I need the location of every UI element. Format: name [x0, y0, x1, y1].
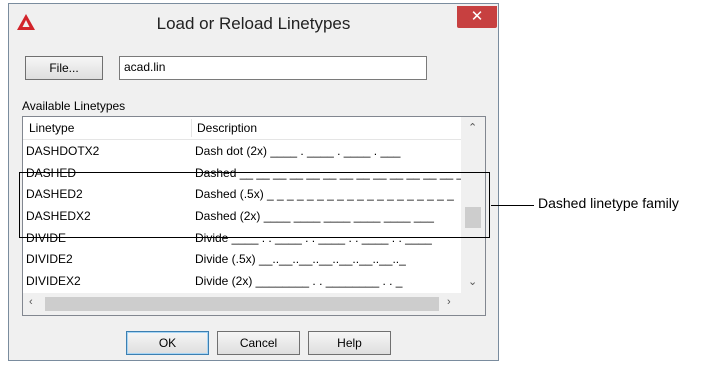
linetype-description: Divide (2x) ________ . . ________ . . _ — [195, 274, 403, 289]
linetype-name: DIVIDE2 — [26, 252, 73, 267]
linetype-name: DIVIDEX2 — [26, 274, 81, 289]
ok-button[interactable]: OK — [126, 331, 209, 355]
file-name-field[interactable]: acad.lin — [119, 56, 427, 80]
chevron-left-icon[interactable]: ‹ — [29, 296, 33, 308]
available-linetypes-label: Available Linetypes — [22, 99, 126, 113]
callout-label: Dashed linetype family — [538, 195, 679, 211]
file-button[interactable]: File... — [25, 56, 103, 80]
chevron-right-icon[interactable]: › — [447, 296, 451, 308]
list-item[interactable]: DASHDOTX2 Dash dot (2x) ____ . ____ . __… — [23, 141, 461, 163]
dialog-title: Load or Reload Linetypes — [156, 14, 351, 33]
linetype-description: Dash dot (2x) ____ . ____ . ____ . ___ — [195, 144, 401, 158]
close-button[interactable]: ✕ — [457, 6, 497, 28]
title-bar: Load or Reload Linetypes ✕ — [9, 4, 498, 42]
horizontal-scrollbar[interactable]: ‹ › — [23, 293, 461, 315]
chevron-up-icon[interactable]: ⌃ — [468, 121, 477, 134]
horizontal-scroll-thumb[interactable] — [45, 297, 439, 311]
cancel-button[interactable]: Cancel — [217, 331, 300, 355]
list-header: Linetype Description — [23, 117, 461, 140]
column-header-description[interactable]: Description — [191, 117, 461, 139]
chevron-down-icon[interactable]: ⌄ — [468, 275, 477, 288]
dashed-family-highlight-box — [19, 172, 490, 238]
help-button[interactable]: Help — [308, 331, 391, 355]
linetype-description: Divide (.5x) __..__..__..__..__..__..__.… — [195, 252, 406, 267]
list-item[interactable]: DIVIDEX2 Divide (2x) ________ . . ______… — [23, 271, 461, 293]
column-header-linetype[interactable]: Linetype — [23, 117, 191, 139]
callout-leader-line — [491, 205, 534, 206]
linetype-name: DASHDOTX2 — [26, 144, 100, 158]
list-item[interactable]: DIVIDE2 Divide (.5x) __..__..__..__..__.… — [23, 249, 461, 271]
scrollbar-corner — [461, 293, 485, 315]
close-icon: ✕ — [470, 8, 484, 25]
